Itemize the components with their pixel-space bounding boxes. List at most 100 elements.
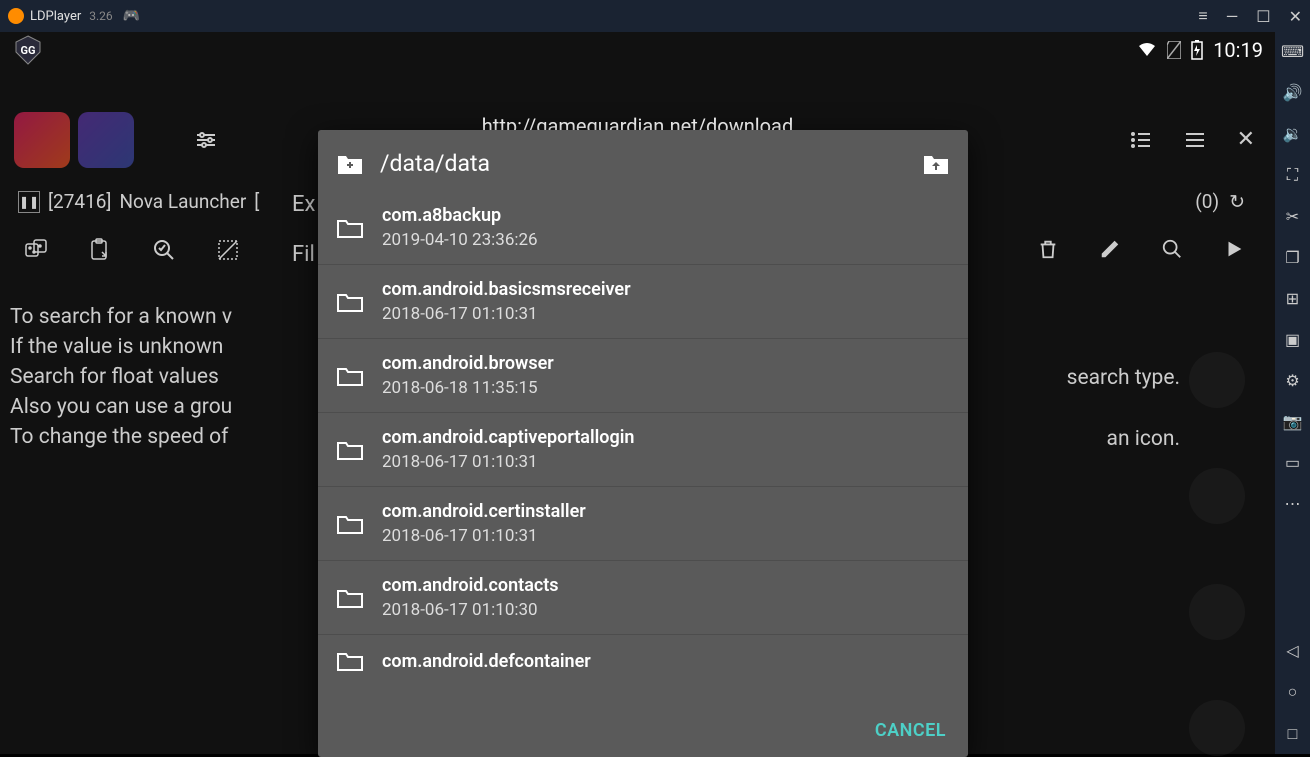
app-icon[interactable] [1189,352,1245,408]
item-text: com.android.captiveportallogin 2018-06-1… [382,427,634,472]
item-date: 2018-06-17 01:10:30 [382,600,559,620]
item-text: com.android.certinstaller 2018-06-17 01:… [382,501,586,546]
item-date: 2018-06-17 01:10:31 [382,304,631,324]
close-button[interactable]: ✕ [1289,7,1302,26]
play-icon[interactable] [1223,238,1245,260]
dice-icon[interactable] [24,238,48,262]
svg-text:GG: GG [21,44,36,57]
hamburger-icon[interactable] [1183,128,1207,152]
close-icon[interactable]: ✕ [1237,127,1255,152]
pause-icon[interactable]: ❚❚ [18,191,40,213]
app-icon[interactable] [1189,584,1245,640]
item-text: com.a8backup 2019-04-10 23:36:26 [382,205,538,250]
folder-icon [336,649,364,673]
status-time: 10:19 [1213,38,1263,62]
item-text: com.android.browser 2018-06-18 11:35:15 [382,353,554,398]
folder-item[interactable]: com.android.browser 2018-06-18 11:35:15 [318,339,968,413]
help-line: Search for float values [10,362,232,392]
app-icon[interactable] [1189,700,1245,756]
app-version: 3.26 [89,9,112,23]
screenshot-icon[interactable]: 📷 [1283,412,1303,431]
folder-item[interactable]: com.android.basicsmsreceiver 2018-06-17 … [318,265,968,339]
sim-icon [1167,41,1181,59]
volume-down-icon[interactable]: 🔉 [1283,124,1303,143]
apk-icon[interactable]: ▣ [1285,330,1300,349]
menu-icon[interactable]: ≡ [1198,6,1207,26]
app-title: LDPlayer [30,9,81,24]
file-browser-dialog: /data/data com.a8backup 2019-04-10 23:36… [318,130,968,757]
help-text: To search for a known v If the value is … [10,302,232,452]
back-icon[interactable]: ◁ [1286,641,1298,660]
maximize-button[interactable]: ☐ [1256,7,1270,26]
item-name: com.android.certinstaller [382,501,586,522]
process-name: Nova Launcher [119,190,246,213]
folder-item[interactable]: com.android.certinstaller 2018-06-17 01:… [318,487,968,561]
dialog-footer: CANCEL [318,704,968,757]
home-icon[interactable]: ○ [1288,682,1298,702]
ldplayer-logo [8,8,24,24]
item-name: com.android.contacts [382,575,559,596]
edit-icon[interactable] [1099,238,1121,260]
shared-folder-icon[interactable]: ▭ [1285,453,1300,472]
app-icon[interactable] [78,112,134,168]
launcher-icons [14,112,134,168]
cancel-button[interactable]: CANCEL [875,720,946,741]
folder-icon [336,216,364,240]
help-line: To search for a known v [10,302,232,332]
item-name: com.android.basicsmsreceiver [382,279,631,300]
controller-icon: 🎮 [123,8,140,24]
macro-icon[interactable]: ⊞ [1286,289,1299,308]
file-list[interactable]: com.a8backup 2019-04-10 23:36:26 com.and… [318,191,968,704]
process-suffix: [ [254,190,259,213]
trash-icon[interactable] [1037,238,1059,260]
volume-up-icon[interactable]: 🔊 [1283,83,1303,102]
item-date: 2018-06-18 11:35:15 [382,378,554,398]
search-icon[interactable] [1161,238,1183,260]
item-name: com.android.captiveportallogin [382,427,634,448]
item-name: com.android.defcontainer [382,651,591,672]
keyboard-icon[interactable]: ⌨ [1281,42,1304,61]
launcher-dock [1189,352,1245,756]
list-icon[interactable] [1129,128,1153,152]
gameguardian-badge[interactable]: GG [12,34,44,66]
app-icon[interactable] [14,112,70,168]
paste-icon[interactable] [88,238,112,262]
item-date: 2018-06-17 01:10:31 [382,452,634,472]
emulator-titlebar: LDPlayer 3.26 🎮 ≡ — ☐ ✕ [0,0,1310,32]
more-icon[interactable]: ⋯ [1285,494,1301,513]
recent-icon[interactable]: □ [1288,724,1298,744]
minimize-button[interactable]: — [1226,7,1239,26]
dialog-header: /data/data [318,130,968,191]
refresh-icon[interactable]: ↻ [1229,190,1245,213]
emulator-sidebar: ⌨ 🔊 🔉 ⛶ ✂ ❐ ⊞ ▣ ⚙ 📷 ▭ ⋯ ◁ ○ □ [1275,32,1310,754]
truncated-text: Ex [292,192,315,217]
folder-icon [336,586,364,610]
gg-tool-row-right [1037,238,1245,260]
folder-up-icon[interactable] [922,152,950,176]
scissors-icon[interactable]: ✂ [1286,207,1299,226]
sliders-icon[interactable] [194,128,218,152]
help-line: If the value is unknown [10,332,232,362]
folder-icon [336,364,364,388]
item-date: 2019-04-10 23:36:26 [382,230,538,250]
item-text: com.android.basicsmsreceiver 2018-06-17 … [382,279,631,324]
item-text: com.android.contacts 2018-06-17 01:10:30 [382,575,559,620]
count-value: (0) [1195,190,1219,213]
select-icon[interactable] [216,238,240,262]
help-right-text: search type. [1067,366,1180,390]
fullscreen-icon[interactable]: ⛶ [1287,165,1298,185]
folder-item[interactable]: com.android.captiveportallogin 2018-06-1… [318,413,968,487]
help-line: To change the speed of [10,422,232,452]
new-folder-icon[interactable] [336,152,364,176]
folder-item[interactable]: com.android.contacts 2018-06-17 01:10:30 [318,561,968,635]
app-icon[interactable] [1189,468,1245,524]
settings-icon[interactable]: ⚙ [1285,371,1299,390]
battery-icon [1191,40,1203,60]
folder-icon [336,290,364,314]
folder-item[interactable]: com.a8backup 2019-04-10 23:36:26 [318,191,968,265]
search-check-icon[interactable] [152,238,176,262]
help-line: Also you can use a grou [10,392,232,422]
folder-item[interactable]: com.android.defcontainer [318,635,968,687]
multi-instance-icon[interactable]: ❐ [1285,248,1299,267]
process-pid: [27416] [48,190,111,213]
